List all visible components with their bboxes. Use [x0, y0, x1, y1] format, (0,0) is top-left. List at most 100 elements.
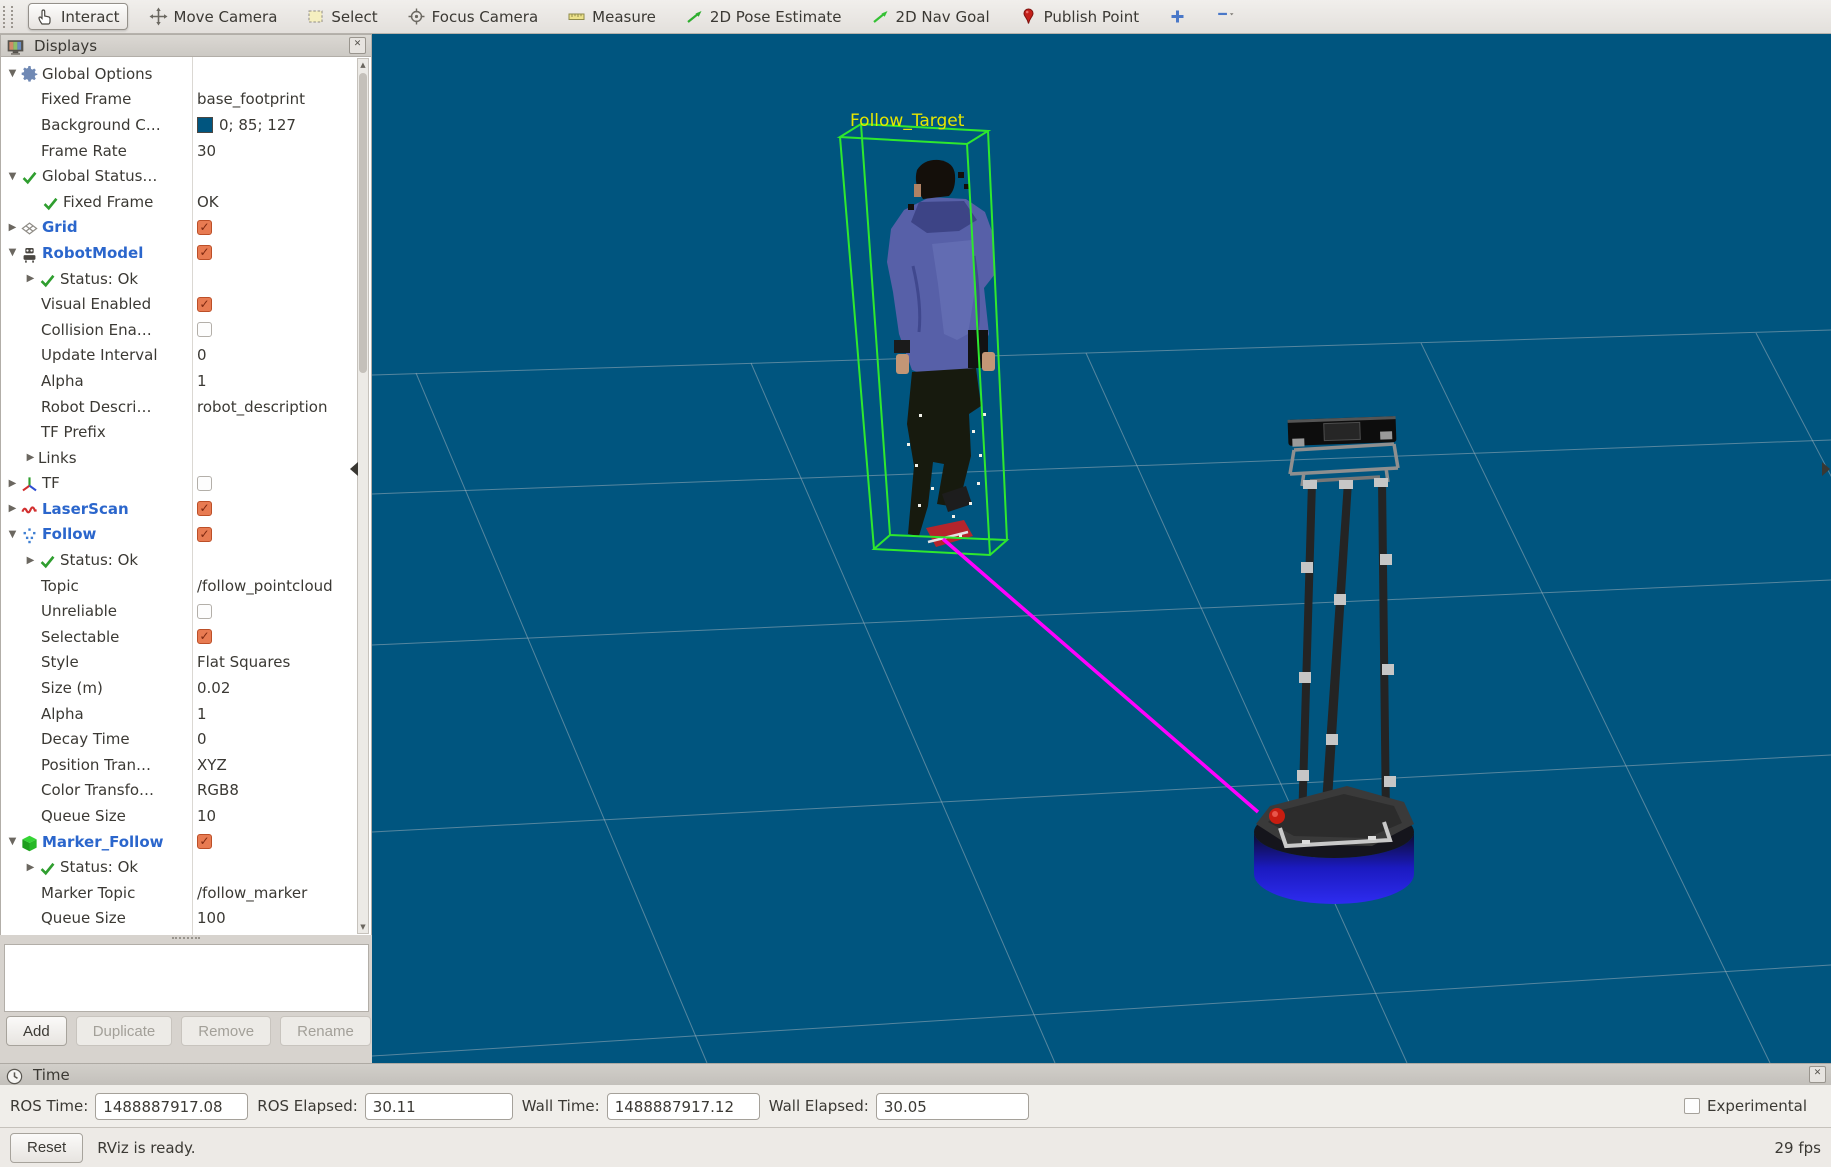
- tree-row-unreliable[interactable]: Unreliable: [1, 598, 371, 624]
- tool-move-camera[interactable]: Move Camera: [141, 3, 286, 30]
- scrollbar-thumb[interactable]: [359, 73, 367, 373]
- tree-row-robotmodel[interactable]: ▼ RobotModel ✓: [1, 240, 371, 266]
- experimental-checkbox[interactable]: Experimental: [1683, 1097, 1807, 1115]
- displays-scrollbar[interactable]: ▲ ▼: [357, 58, 369, 934]
- splitter-collapse-right-icon[interactable]: [1822, 462, 1830, 476]
- chevron-down-icon[interactable]: ▼: [5, 68, 20, 79]
- tree-row-marker-topic[interactable]: Marker Topic/follow_marker: [1, 880, 371, 906]
- close-icon[interactable]: ✕: [1809, 1066, 1826, 1083]
- tree-row-topic[interactable]: Topic/follow_pointcloud: [1, 573, 371, 599]
- chevron-right-icon[interactable]: ▶: [23, 452, 38, 463]
- chevron-right-icon[interactable]: ▶: [23, 273, 38, 284]
- reset-button[interactable]: Reset: [10, 1132, 84, 1163]
- tree-row-status-ok[interactable]: ▶ Status: Ok: [1, 547, 371, 573]
- time-field-input[interactable]: 1488887917.08: [95, 1092, 249, 1120]
- tool-publish-point[interactable]: Publish Point: [1011, 3, 1147, 30]
- checkbox-checked-icon[interactable]: ✓: [197, 219, 212, 235]
- tree-row-links[interactable]: ▶ Links: [1, 445, 371, 471]
- tree-row-frame-rate[interactable]: Frame Rate 30: [1, 138, 371, 164]
- tree-row-value[interactable]: [197, 322, 212, 338]
- scroll-down-icon[interactable]: ▼: [358, 923, 368, 931]
- tree-row-tf-prefix[interactable]: TF Prefix: [1, 419, 371, 445]
- add-button[interactable]: Add: [6, 1016, 67, 1046]
- tree-row-global-status-[interactable]: ▼ Global Status…: [1, 163, 371, 189]
- checkbox-checked-icon[interactable]: ✓: [197, 501, 212, 517]
- chevron-down-icon[interactable]: ▼: [5, 247, 20, 258]
- tree-row-position-tran-[interactable]: Position Tran… XYZ: [1, 752, 371, 778]
- checkbox-icon[interactable]: [1683, 1098, 1700, 1114]
- tool-select[interactable]: Select: [298, 3, 385, 30]
- tree-row-label: TF: [42, 474, 60, 493]
- checkbox-checked-icon[interactable]: ✓: [197, 526, 212, 542]
- chevron-down-icon[interactable]: ▼: [5, 529, 20, 540]
- tree-row-robot-descri-[interactable]: Robot Descri… robot_description: [1, 394, 371, 420]
- checkbox-checked-icon[interactable]: ✓: [197, 296, 212, 312]
- chevron-right-icon[interactable]: ▶: [5, 222, 20, 233]
- time-field-label: Wall Time:: [521, 1097, 600, 1115]
- tree-row-fixed-frame[interactable]: Fixed Frame base_footprint: [1, 87, 371, 113]
- tree-row-grid[interactable]: ▶ Grid ✓: [1, 215, 371, 241]
- tool-2d-pose-estimate[interactable]: 2D Pose Estimate: [677, 3, 850, 30]
- checkbox-checked-icon[interactable]: ✓: [197, 245, 212, 261]
- tree-row-marker-follow[interactable]: ▼ Marker_Follow ✓: [1, 829, 371, 855]
- tree-row-decay-time[interactable]: Decay Time 0: [1, 726, 371, 752]
- splitter-collapse-left-icon[interactable]: [350, 462, 358, 476]
- chevron-down-icon[interactable]: ▼: [5, 836, 20, 847]
- tool-measure[interactable]: Measure: [559, 3, 664, 30]
- tree-row-value[interactable]: ✓: [197, 629, 212, 645]
- render-viewport[interactable]: Follow_Target: [372, 34, 1831, 1063]
- tree-row-laserscan[interactable]: ▶ LaserScan ✓: [1, 496, 371, 522]
- tree-row-fixed-frame[interactable]: Fixed Frame OK: [1, 189, 371, 215]
- tree-row-value: 0; 85; 127: [197, 116, 296, 134]
- checkbox-unchecked-icon[interactable]: [197, 475, 212, 491]
- tree-row-value[interactable]: ✓: [197, 526, 212, 542]
- time-field-input[interactable]: 30.11: [364, 1092, 513, 1120]
- chevron-right-icon[interactable]: ▶: [5, 503, 20, 514]
- tree-row-color-transfo-[interactable]: Color Transfo… RGB8: [1, 778, 371, 804]
- tree-splitter[interactable]: [0, 935, 372, 942]
- chevron-right-icon[interactable]: ▶: [23, 862, 38, 873]
- tree-row-global-options[interactable]: ▼ Global Options: [1, 61, 371, 87]
- scroll-up-icon[interactable]: ▲: [358, 61, 368, 69]
- tree-row-alpha[interactable]: Alpha 1: [1, 368, 371, 394]
- tool-interact[interactable]: Interact: [28, 3, 128, 30]
- tree-row-tf[interactable]: ▶ TF: [1, 471, 371, 497]
- tree-row-update-interval[interactable]: Update Interval 0: [1, 343, 371, 369]
- tree-row-selectable[interactable]: Selectable ✓: [1, 624, 371, 650]
- tree-row-background-c-[interactable]: Background C… 0; 85; 127: [1, 112, 371, 138]
- tool-focus-camera[interactable]: Focus Camera: [399, 3, 546, 30]
- tool-add-tool-icon[interactable]: [1160, 3, 1195, 30]
- tree-row-style[interactable]: Style Flat Squares: [1, 650, 371, 676]
- tree-row-queue-size[interactable]: Queue Size 100: [1, 906, 371, 932]
- value-text: 10: [197, 807, 217, 826]
- tree-row-value[interactable]: ✓: [197, 501, 212, 517]
- time-field-label: Wall Elapsed:: [768, 1097, 869, 1115]
- chevron-right-icon[interactable]: ▶: [23, 555, 38, 566]
- time-field-input[interactable]: 30.05: [875, 1092, 1029, 1120]
- tree-row-visual-enabled[interactable]: Visual Enabled ✓: [1, 291, 371, 317]
- tree-row-value[interactable]: ✓: [197, 245, 212, 261]
- checkbox-unchecked-icon[interactable]: [197, 603, 212, 619]
- tree-row-value[interactable]: ✓: [197, 296, 212, 312]
- close-icon[interactable]: ✕: [349, 37, 366, 54]
- tool-2d-nav-goal[interactable]: 2D Nav Goal: [863, 3, 998, 30]
- chevron-down-icon[interactable]: ▼: [5, 171, 20, 182]
- checkbox-checked-icon[interactable]: ✓: [197, 834, 212, 850]
- tree-row-size-m-[interactable]: Size (m) 0.02: [1, 675, 371, 701]
- toolbar-grip[interactable]: [3, 5, 13, 28]
- tree-row-value[interactable]: [197, 603, 212, 619]
- tree-row-status-ok[interactable]: ▶ Status: Ok: [1, 266, 371, 292]
- tree-row-value[interactable]: [197, 475, 212, 491]
- tree-row-value[interactable]: ✓: [197, 834, 212, 850]
- tree-row-collision-ena-[interactable]: Collision Ena…: [1, 317, 371, 343]
- chevron-right-icon[interactable]: ▶: [5, 478, 20, 489]
- tree-row-queue-size[interactable]: Queue Size 10: [1, 803, 371, 829]
- tree-row-follow[interactable]: ▼ Follow ✓: [1, 522, 371, 548]
- tree-row-status-ok[interactable]: ▶ Status: Ok: [1, 854, 371, 880]
- time-field-input[interactable]: 1488887917.12: [606, 1092, 760, 1120]
- tool-remove-tool-icon[interactable]: [1208, 3, 1243, 30]
- tree-row-alpha[interactable]: Alpha 1: [1, 701, 371, 727]
- checkbox-checked-icon[interactable]: ✓: [197, 629, 212, 645]
- tree-row-value[interactable]: ✓: [197, 219, 212, 235]
- checkbox-unchecked-icon[interactable]: [197, 322, 212, 338]
